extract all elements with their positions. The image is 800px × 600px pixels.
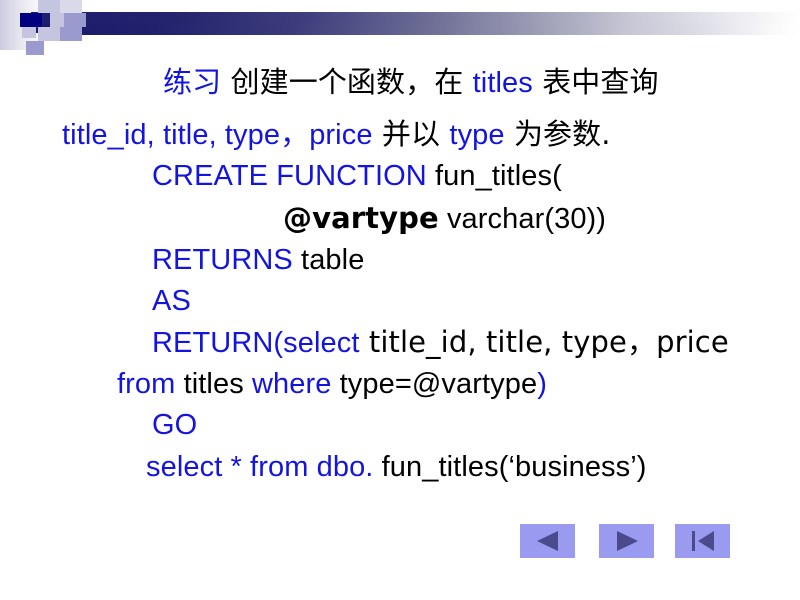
line1-seg-titles: titles	[472, 67, 533, 99]
slide-navigation-bar	[520, 524, 730, 564]
slide-line-7: RETURN(select title_id, title, type，pric…	[152, 328, 729, 358]
decor-square-3	[50, 13, 64, 27]
line8-seg-from: from	[117, 368, 176, 400]
line7-seg-return-select: RETURN(select	[152, 327, 360, 359]
line1-seg-body2: 表中查询	[532, 65, 659, 99]
slide-line-10: select * from dbo. fun_titles(‘business’…	[146, 453, 647, 482]
slide-line-4: @vartype varchar(30))	[283, 204, 606, 234]
line4-seg-param-name: @vartype	[283, 201, 439, 235]
slide-line-1: 练习 创建一个函数，在 titles 表中查询	[163, 68, 659, 98]
decor-square-5	[22, 27, 36, 38]
decor-square-2	[60, 0, 82, 13]
line5-seg-table: table	[292, 244, 365, 276]
line5-seg-returns: RETURNS	[152, 244, 293, 276]
first-slide-button[interactable]	[675, 524, 730, 558]
line10-seg-select-from: select * from dbo.	[146, 451, 374, 483]
decor-square-6	[38, 27, 60, 41]
next-slide-button[interactable]	[599, 524, 654, 558]
triangle-right-icon	[614, 530, 640, 552]
line8-seg-where: where	[251, 368, 332, 400]
line3-seg-funcname: fun_titles(	[426, 160, 562, 192]
skip-to-start-icon	[689, 530, 717, 552]
header-gradient-bar-low	[41, 23, 800, 35]
slide-line-9: GO	[152, 411, 197, 440]
line3-seg-create-function: CREATE FUNCTION	[152, 160, 427, 192]
line2-seg-body1: 并以	[372, 117, 450, 151]
slide-content: 练习 创建一个函数，在 titles 表中查询 title_id, title,…	[0, 58, 800, 508]
decor-square-7	[60, 27, 82, 41]
previous-slide-button[interactable]	[520, 524, 575, 558]
slide-line-6: AS	[152, 287, 191, 316]
slide-line-3: CREATE FUNCTION fun_titles(	[152, 162, 562, 191]
decor-square-4	[64, 13, 86, 27]
decor-square-1	[38, 0, 60, 13]
slide-header-decoration	[0, 0, 800, 58]
line2-seg-body2: 为参数.	[504, 117, 611, 151]
triangle-left-icon	[535, 530, 561, 552]
slide-line-8: from titles where type=@vartype)	[117, 370, 547, 399]
decor-square-8	[26, 41, 44, 55]
line10-seg-call: fun_titles(‘business’)	[373, 451, 647, 483]
line9-seg-go: GO	[152, 409, 198, 441]
line4-seg-param-type: varchar(30))	[438, 203, 607, 235]
line7-seg-columns: title_id, title, type，price	[359, 325, 729, 359]
line2-seg-type: type	[449, 119, 505, 151]
line8-seg-close-paren: )	[537, 368, 547, 400]
slide-line-2: title_id, title, type，price 并以 type 为参数.	[62, 120, 611, 150]
line1-seg-body1: 创建一个函数，在	[221, 65, 473, 99]
line8-seg-condition: type=@vartype	[331, 368, 538, 400]
line6-seg-as: AS	[152, 285, 191, 317]
slide-line-5: RETURNS table	[152, 246, 364, 275]
decor-square-accent	[20, 13, 42, 27]
line1-seg-keyword: 练习	[163, 65, 222, 99]
line2-seg-columns: title_id, title, type，price	[62, 119, 373, 151]
line8-seg-table: titles	[175, 368, 252, 400]
